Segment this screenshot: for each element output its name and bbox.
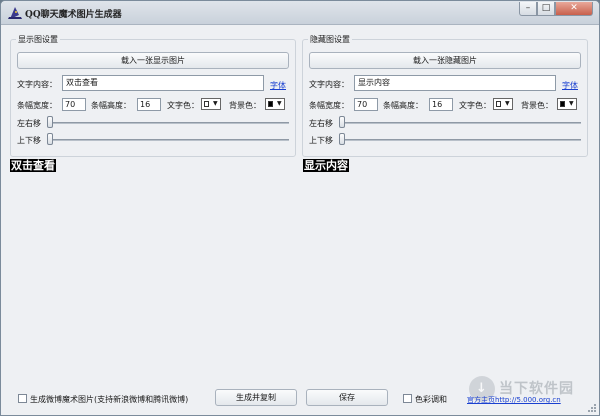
hidden-preview-banner[interactable]: 显示内容 bbox=[303, 159, 349, 172]
width-label: 条幅宽度： bbox=[17, 101, 57, 110]
weibo-checkbox-label[interactable]: 生成微博魔术图片(支持新浪微博和腾讯微博) bbox=[30, 394, 188, 405]
save-button[interactable]: 保存 bbox=[306, 389, 388, 406]
hidden-bg-color-picker[interactable]: ▼ bbox=[557, 98, 577, 110]
display-text-color-picker[interactable]: ▼ bbox=[201, 98, 221, 110]
chevron-down-icon: ▼ bbox=[213, 100, 218, 107]
chevron-down-icon: ▼ bbox=[569, 100, 574, 107]
h-move-label: 左右移 bbox=[17, 119, 41, 128]
display-width-input[interactable]: 70 bbox=[62, 98, 86, 111]
color-harmony-label[interactable]: 色彩调和 bbox=[415, 394, 447, 405]
load-hidden-image-button[interactable]: 载入一张隐藏图片 bbox=[309, 52, 581, 69]
display-v-move-slider[interactable] bbox=[47, 133, 53, 145]
text-content-label: 文字内容： bbox=[17, 80, 57, 89]
bottom-toolbar: 生成微博魔术图片(支持新浪微博和腾讯微博) 生成并复制 保存 色彩调和 官方主页… bbox=[1, 386, 599, 410]
bg-color-label: 背景色： bbox=[521, 101, 553, 110]
wizard-hat-icon bbox=[8, 7, 22, 19]
text-content-label: 文字内容： bbox=[309, 80, 349, 89]
display-font-link[interactable]: 字体 bbox=[270, 80, 286, 91]
display-v-move-track[interactable] bbox=[47, 139, 289, 141]
app-window: QQ聊天魔术图片生成器 – □ ✕ 显示图设置 载入一张显示图片 文字内容： 双… bbox=[0, 0, 600, 416]
hidden-h-move-slider[interactable] bbox=[339, 116, 345, 128]
hidden-font-link[interactable]: 字体 bbox=[562, 80, 578, 91]
minimize-button[interactable]: – bbox=[519, 2, 537, 16]
hidden-width-input[interactable]: 70 bbox=[354, 98, 378, 111]
generate-copy-button[interactable]: 生成并复制 bbox=[215, 389, 297, 406]
hidden-text-input[interactable]: 显示内容 bbox=[354, 75, 556, 91]
white-swatch bbox=[496, 101, 501, 107]
black-swatch bbox=[268, 101, 273, 107]
display-height-input[interactable]: 16 bbox=[137, 98, 161, 111]
hidden-text-color-picker[interactable]: ▼ bbox=[493, 98, 513, 110]
group-title: 隐藏图设置 bbox=[308, 34, 352, 45]
text-color-label: 文字色： bbox=[167, 101, 199, 110]
white-swatch bbox=[204, 101, 209, 107]
window-title: QQ聊天魔术图片生成器 bbox=[25, 10, 122, 20]
chevron-down-icon: ▼ bbox=[505, 100, 510, 107]
title-bar[interactable]: QQ聊天魔术图片生成器 – □ ✕ bbox=[1, 1, 599, 25]
group-title: 显示图设置 bbox=[16, 34, 60, 45]
close-button[interactable]: ✕ bbox=[555, 2, 593, 16]
maximize-button[interactable]: □ bbox=[537, 2, 555, 16]
display-h-move-slider[interactable] bbox=[47, 116, 53, 128]
hidden-settings-group: 隐藏图设置 载入一张隐藏图片 文字内容： 显示内容 字体 条幅宽度： 70 条幅… bbox=[302, 34, 588, 157]
v-move-label: 上下移 bbox=[309, 136, 333, 145]
height-label: 条幅高度： bbox=[91, 101, 131, 110]
display-bg-color-picker[interactable]: ▼ bbox=[265, 98, 285, 110]
black-swatch bbox=[560, 101, 565, 107]
height-label: 条幅高度： bbox=[383, 101, 423, 110]
chevron-down-icon: ▼ bbox=[277, 100, 282, 107]
hidden-v-move-slider[interactable] bbox=[339, 133, 345, 145]
hidden-h-move-track[interactable] bbox=[339, 122, 581, 124]
hidden-v-move-track[interactable] bbox=[339, 139, 581, 141]
resize-grip-icon[interactable] bbox=[585, 401, 597, 413]
display-h-move-track[interactable] bbox=[47, 122, 289, 124]
v-move-label: 上下移 bbox=[17, 136, 41, 145]
width-label: 条幅宽度： bbox=[309, 101, 349, 110]
hidden-height-input[interactable]: 16 bbox=[429, 98, 453, 111]
display-text-input[interactable]: 双击查看 bbox=[62, 75, 264, 91]
display-preview-banner[interactable]: 双击查看 bbox=[10, 159, 56, 172]
load-display-image-button[interactable]: 载入一张显示图片 bbox=[17, 52, 289, 69]
display-settings-group: 显示图设置 载入一张显示图片 文字内容： 双击查看 字体 条幅宽度： 70 条幅… bbox=[10, 34, 296, 157]
bg-color-label: 背景色： bbox=[229, 101, 261, 110]
text-color-label: 文字色： bbox=[459, 101, 491, 110]
color-harmony-checkbox[interactable] bbox=[403, 394, 412, 403]
homepage-link[interactable]: 官方主页http://5.000.org.cn bbox=[467, 395, 561, 405]
h-move-label: 左右移 bbox=[309, 119, 333, 128]
weibo-checkbox[interactable] bbox=[18, 394, 27, 403]
